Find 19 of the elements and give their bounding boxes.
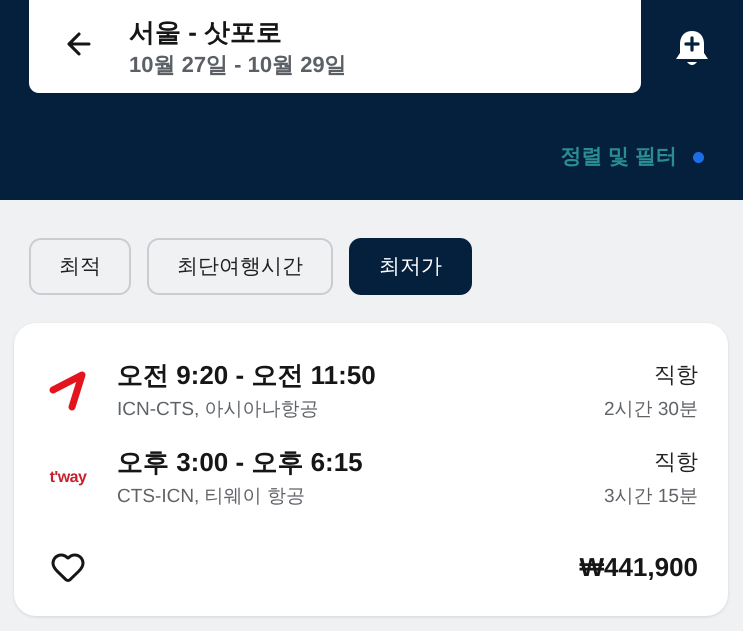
price: ₩441,900 <box>579 551 698 584</box>
route-airline: CTS-ICN, 티웨이 항공 <box>117 485 306 509</box>
flight-times: 오전 9:20 - 오전 11:50 <box>117 359 377 392</box>
flight-result-card[interactable]: 오전 9:20 - 오전 11:50 ICN-CTS, 아시아나항공 직항 2시간 30분 t'way 오후 3:00 - 오후 6:15 CTS-ICN, 티웨이 항공 직항 3시간 15분 ₩441,900 <box>14 323 728 616</box>
route-title: 서울 - 삿포로 <box>129 16 284 48</box>
flight-duration: 3시간 15분 <box>604 485 698 509</box>
airline-logo-icon <box>49 370 87 410</box>
sort-tab[interactable]: 최저가 <box>349 238 472 295</box>
route-airline: ICN-CTS, 아시아나항공 <box>117 398 320 422</box>
sort-tab[interactable]: 최적 <box>29 238 131 295</box>
stops-label: 직항 <box>654 448 698 476</box>
trip-dates: 10월 27일 - 10월 29일 <box>129 50 347 78</box>
search-summary-card[interactable]: 서울 - 삿포로 10월 27일 - 10월 29일 <box>29 0 641 93</box>
airline-logo: t'way <box>50 470 86 486</box>
stops-label: 직항 <box>654 361 698 389</box>
sort-filter-link[interactable]: 정렬 및 필터 <box>560 142 677 172</box>
sort-tab[interactable]: 최단여행시간 <box>147 238 333 295</box>
flight-times: 오후 3:00 - 오후 6:15 <box>117 446 364 479</box>
flight-duration: 2시간 30분 <box>604 398 698 422</box>
